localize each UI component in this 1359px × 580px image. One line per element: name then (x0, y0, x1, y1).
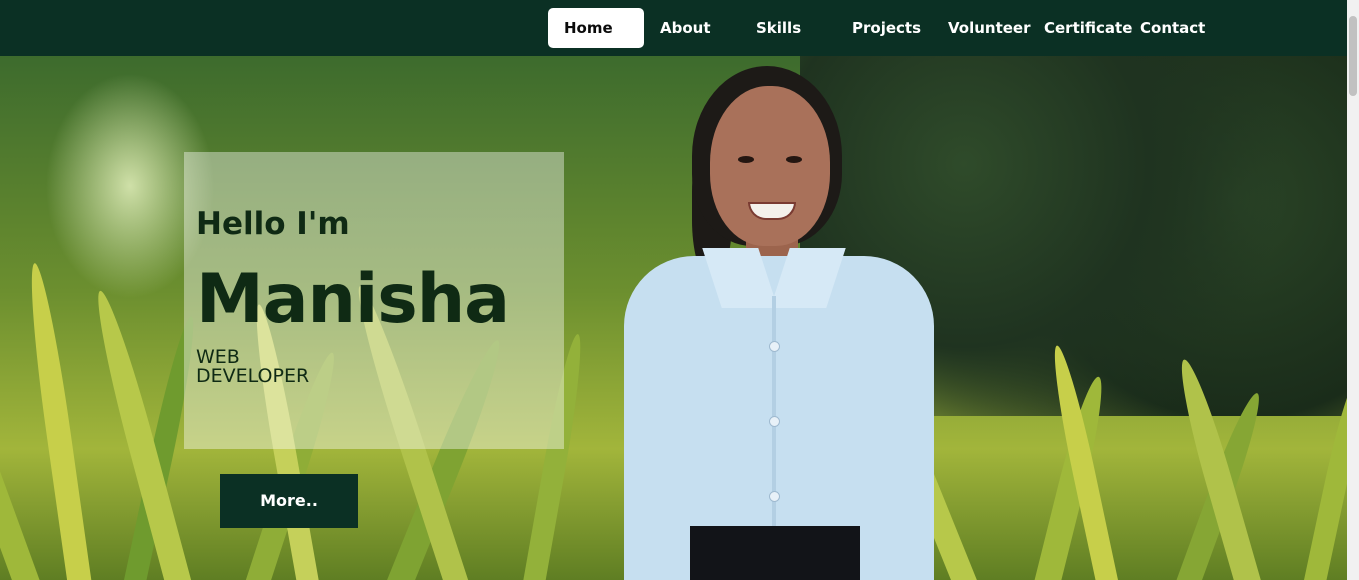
scrollbar-thumb[interactable] (1349, 16, 1357, 96)
profile-photo (600, 56, 960, 580)
role-text: WEB DEVELOPER (196, 346, 310, 387)
page-scrollbar[interactable] (1347, 0, 1359, 580)
nav-about-link[interactable]: About (660, 8, 711, 48)
more-button[interactable]: More.. (220, 474, 358, 528)
top-navigation: Home About Skills Projects Volunteer Cer… (0, 0, 1347, 56)
greeting-text: Hello I'm (196, 206, 350, 242)
intro-card: Hello I'm Manisha WEB DEVELOPER (184, 152, 564, 449)
nav-projects-link[interactable]: Projects (852, 8, 921, 48)
nav-certificate-link[interactable]: Certificate (1044, 8, 1132, 48)
nav-skills-link[interactable]: Skills (756, 8, 801, 48)
nav-home-link[interactable]: Home (548, 8, 644, 48)
name-heading: Manisha (196, 260, 510, 339)
nav-volunteer-link[interactable]: Volunteer (948, 8, 1031, 48)
hero-section: Hello I'm Manisha WEB DEVELOPER More.. (0, 56, 1347, 580)
nav-contact-link[interactable]: Contact (1140, 8, 1205, 48)
